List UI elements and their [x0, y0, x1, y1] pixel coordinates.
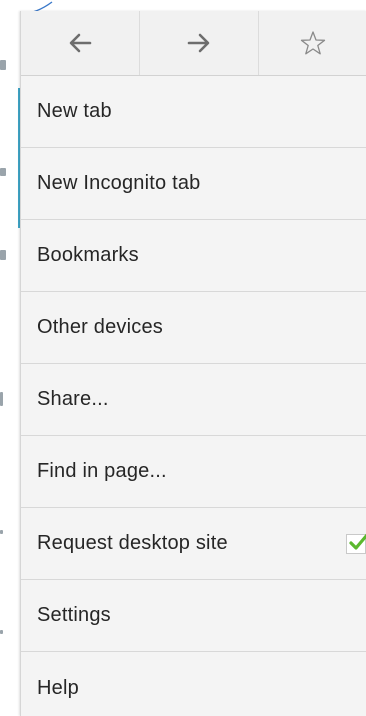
background-fragment — [0, 630, 3, 634]
menu-item-label: Find in page... — [37, 460, 167, 482]
star-outline-icon — [300, 31, 326, 55]
menu-item-label: Share... — [37, 388, 109, 410]
background-fragment — [0, 392, 3, 406]
screen: New tab New Incognito tab Bookmarks Othe… — [0, 0, 366, 716]
checkmark-icon — [349, 533, 366, 550]
menu-item-share[interactable]: Share... — [21, 364, 366, 436]
menu-item-label: New tab — [37, 100, 112, 122]
menu-item-label: Help — [37, 677, 79, 699]
forward-button[interactable] — [140, 11, 259, 75]
arrow-left-icon — [69, 33, 92, 53]
menu-item-other-devices[interactable]: Other devices — [21, 292, 366, 364]
navigation-row — [21, 11, 366, 76]
menu-item-find-in-page[interactable]: Find in page... — [21, 436, 366, 508]
menu-item-label: Settings — [37, 604, 111, 626]
menu-item-label: New Incognito tab — [37, 172, 201, 194]
menu-item-request-desktop-site[interactable]: Request desktop site — [21, 508, 366, 580]
request-desktop-site-checkbox[interactable] — [346, 533, 366, 554]
menu-item-label: Request desktop site — [37, 532, 228, 554]
menu-item-label: Bookmarks — [37, 244, 139, 266]
background-fragment — [0, 60, 6, 70]
background-fragment — [0, 530, 3, 534]
overflow-menu: New tab New Incognito tab Bookmarks Othe… — [20, 11, 366, 716]
menu-item-settings[interactable]: Settings — [21, 580, 366, 652]
background-page — [0, 0, 20, 716]
bookmark-star-button[interactable] — [259, 11, 366, 75]
background-fragment — [0, 250, 6, 260]
back-button[interactable] — [21, 11, 140, 75]
menu-item-bookmarks[interactable]: Bookmarks — [21, 220, 366, 292]
menu-item-new-incognito-tab[interactable]: New Incognito tab — [21, 148, 366, 220]
menu-item-label: Other devices — [37, 316, 163, 338]
menu-item-new-tab[interactable]: New tab — [21, 76, 366, 148]
background-fragment — [0, 168, 6, 176]
menu-item-help[interactable]: Help — [21, 652, 366, 716]
arrow-right-icon — [187, 33, 210, 53]
